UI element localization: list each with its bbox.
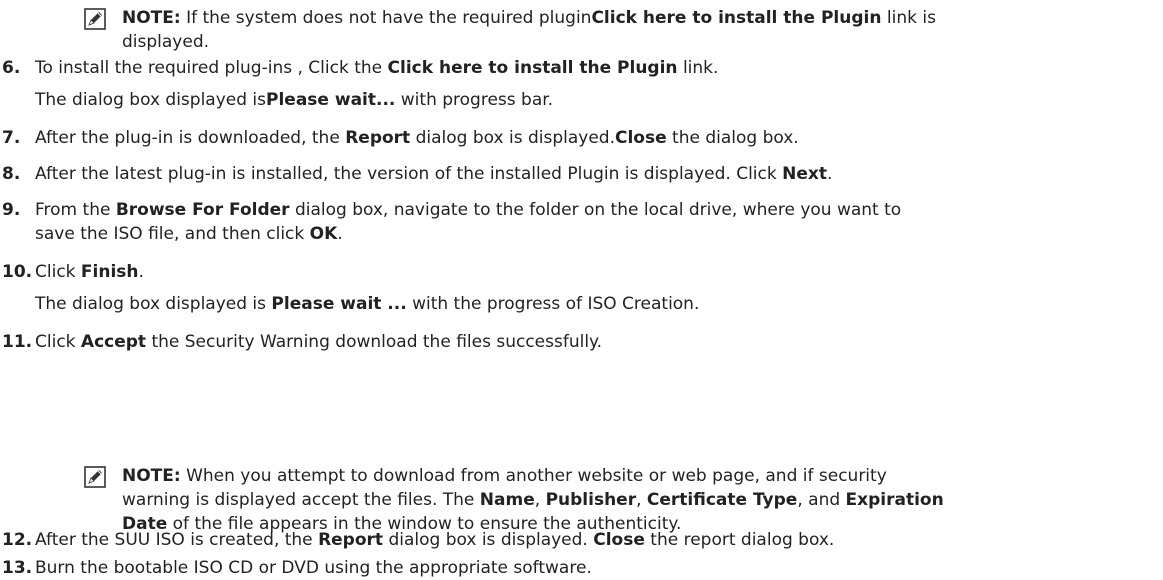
step-text: . [138,262,144,282]
step-number: 12. [2,530,33,550]
step-text: of the file appears in the window to ens… [167,514,682,534]
note-text-line: Date of the file appears in the window t… [122,512,1144,536]
ui-term: Expiration [845,490,944,510]
step-number: 6. [2,58,21,78]
step-number: 8. [2,164,21,184]
ui-term: OK [309,224,338,244]
step-text: with the progress of ISO Creation. [406,294,700,314]
step-result: The dialog box displayed is Please wait … [35,292,699,316]
step-text: save the ISO file, and then click [35,224,310,244]
step-number: 11. [2,332,33,352]
step-text: the Security Warning download the files … [146,332,603,352]
ui-term: Please wait... [266,90,396,110]
step-number: 9. [2,200,21,220]
note-text: link is [881,8,936,28]
ui-term: Close [614,128,667,148]
step-body: After the plug-in is downloaded, the Rep… [35,126,799,150]
step-text: The dialog box displayed is [35,90,267,110]
ui-term: Report [345,128,411,148]
step-body: To install the required plug-ins , Click… [35,56,718,80]
note-label: NOTE: [122,8,181,28]
step-body: Click Accept the Security Warning downlo… [35,330,602,354]
step-text: Burn the bootable ISO CD or DVD using th… [35,558,592,578]
step-body: After the latest plug-in is installed, t… [35,162,832,186]
step-number: 10. [2,262,33,282]
step-text: , [534,490,546,510]
step-text: , and [797,490,846,510]
step-number: 7. [2,128,21,148]
step-text: After the latest plug-in is installed, t… [35,164,783,184]
step-text: Click [35,332,81,352]
step-text: The dialog box displayed is [35,294,272,314]
note-link-name: Click here to install the Plugin [591,8,882,28]
note-callout: NOTE: When you attempt to download from … [84,464,1144,536]
step-text: the dialog box. [666,128,799,148]
note-text-line: warning is displayed accept the files. T… [122,488,1144,512]
step-text: Click [35,262,81,282]
step-text: with progress bar. [395,90,554,110]
ui-term: Certificate Type [646,490,798,510]
step-text: To install the required plug-ins , Click… [35,58,388,78]
note-text: displayed. [122,32,210,52]
note-label: NOTE: [122,466,181,486]
step-result: The dialog box displayed isPlease wait..… [35,88,553,112]
step-text: link. [677,58,719,78]
step-text: . [337,224,343,244]
step-text: From the [35,200,116,220]
ui-term: Name [479,490,535,510]
step-body: From the Browse For Folder dialog box, n… [35,198,901,222]
step-text: . [826,164,833,184]
ui-term: Finish [80,262,139,282]
document-page: NOTE: If the system does not have the re… [0,0,1163,578]
step-text: After the plug-in is downloaded, the [35,128,346,148]
ui-term: Accept [80,332,147,352]
ui-term: Browse For Folder [115,200,290,220]
ui-term: Please wait ... [271,294,407,314]
step-text: warning is displayed accept the files. T… [122,490,480,510]
step-text: dialog box, navigate to the folder on th… [289,200,902,220]
ui-term: Click here to install the Plugin [387,58,678,78]
ui-term: Next [782,164,827,184]
note-pencil-icon [84,8,106,30]
step-body-continued: save the ISO file, and then click OK. [35,222,343,246]
step-text: , [636,490,647,510]
note-pencil-icon [84,466,106,488]
step-number: 13. [2,558,33,578]
ui-term: Date [122,514,168,534]
note-text: If the system does not have the required… [180,8,592,28]
note-callout: NOTE: If the system does not have the re… [84,6,1144,54]
step-text: dialog box is displayed. [410,128,615,148]
step-body: Click Finish. [35,260,144,284]
step-body: Burn the bootable ISO CD or DVD using th… [35,556,592,580]
note-text: When you attempt to download from anothe… [180,466,887,486]
ui-term: Publisher [545,490,637,510]
